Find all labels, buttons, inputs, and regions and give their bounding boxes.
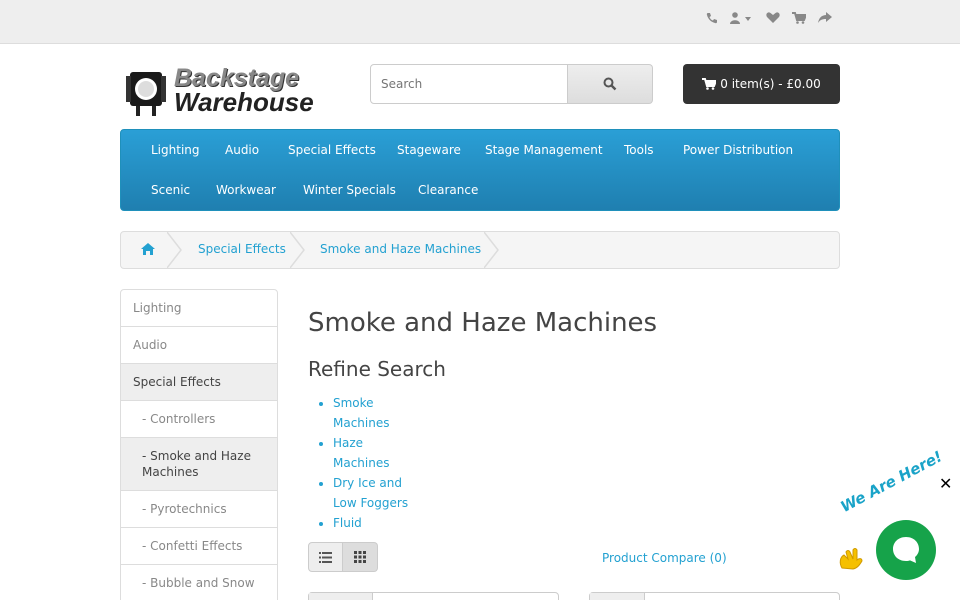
breadcrumb-separator [167, 232, 182, 268]
cart-icon [702, 78, 717, 90]
logo-text: Backstage Warehouse [174, 66, 314, 117]
refine-list: Smoke Machines Haze Machines Dry Ice and… [333, 393, 423, 533]
nav-item-stageware[interactable]: Stageware [397, 143, 461, 157]
refine-search-heading: Refine Search [308, 357, 446, 381]
sidebar-item-audio[interactable]: Audio [120, 327, 278, 364]
sidebar-item-pyrotechnics[interactable]: - Pyrotechnics [120, 491, 278, 528]
list-item: Smoke Machines [333, 393, 423, 433]
list-item: Fluid [333, 513, 423, 533]
user-icon[interactable] [730, 12, 754, 24]
breadcrumb-smoke-haze[interactable]: Smoke and Haze Machines [320, 242, 481, 256]
chat-button[interactable] [876, 520, 936, 580]
sidebar-item-lighting[interactable]: Lighting [120, 289, 278, 327]
sidebar-item-special-effects[interactable]: Special Effects [120, 364, 278, 401]
refine-link-fluid[interactable]: Fluid [333, 516, 362, 530]
sort-label [309, 593, 373, 600]
main-nav: Lighting Audio Special Effects Stageware… [120, 129, 840, 211]
cart-label: 0 item(s) - £0.00 [720, 77, 821, 91]
nav-item-power-distribution[interactable]: Power Distribution [683, 143, 793, 157]
search-bar [370, 64, 653, 104]
logo-line-2: Warehouse [174, 87, 314, 117]
nav-item-winter-specials[interactable]: Winter Specials [303, 183, 396, 197]
list-view-button[interactable] [308, 542, 343, 572]
nav-item-clearance[interactable]: Clearance [418, 183, 478, 197]
cart-button[interactable]: 0 item(s) - £0.00 [683, 64, 840, 104]
nav-item-audio[interactable]: Audio [225, 143, 259, 157]
list-item: Haze Machines [333, 433, 423, 473]
spotlight-icon [126, 72, 166, 116]
home-icon[interactable] [141, 242, 155, 259]
chat-close-icon[interactable]: ✕ [939, 474, 952, 493]
nav-item-workwear[interactable]: Workwear [216, 183, 276, 197]
view-toggle [308, 542, 378, 572]
heart-icon[interactable] [766, 12, 780, 24]
share-icon[interactable] [818, 12, 832, 24]
logo[interactable]: Backstage Warehouse [124, 66, 326, 118]
breadcrumb-separator [290, 232, 305, 268]
refine-link-smoke-machines[interactable]: Smoke Machines [333, 396, 389, 430]
list-item: Dry Ice and Low Foggers [333, 473, 423, 513]
sidebar-item-bubble-snow[interactable]: - Bubble and Snow [120, 565, 278, 600]
nav-item-stage-management[interactable]: Stage Management [485, 143, 603, 157]
breadcrumb: Special Effects Smoke and Haze Machines [120, 231, 840, 269]
refine-link-haze-machines[interactable]: Haze Machines [333, 436, 389, 470]
search-button[interactable] [568, 64, 653, 104]
top-bar [0, 0, 960, 44]
limit-label [590, 593, 645, 600]
cart-icon[interactable] [792, 12, 806, 24]
nav-item-scenic[interactable]: Scenic [151, 183, 190, 197]
category-sidebar: Lighting Audio Special Effects - Control… [120, 289, 278, 600]
search-input[interactable] [370, 64, 569, 104]
refine-link-dry-ice[interactable]: Dry Ice and Low Foggers [333, 476, 408, 510]
list-icon [319, 551, 332, 563]
sidebar-item-smoke-haze[interactable]: - Smoke and Haze Machines [120, 438, 278, 491]
chat-icon [893, 537, 919, 563]
sort-select[interactable] [308, 592, 559, 600]
sidebar-item-controllers[interactable]: - Controllers [120, 401, 278, 438]
phone-icon[interactable] [706, 12, 718, 24]
wave-hand-icon [838, 548, 864, 575]
grid-icon [354, 551, 366, 563]
chat-greeting: We Are Here! [837, 447, 946, 516]
breadcrumb-special-effects[interactable]: Special Effects [198, 242, 286, 256]
nav-item-special-effects[interactable]: Special Effects [288, 143, 376, 157]
breadcrumb-separator [484, 232, 499, 268]
sidebar-item-confetti[interactable]: - Confetti Effects [120, 528, 278, 565]
product-compare-link[interactable]: Product Compare (0) [602, 551, 727, 565]
top-icons [706, 12, 832, 24]
page-title: Smoke and Haze Machines [308, 308, 658, 338]
search-icon [603, 77, 617, 91]
nav-item-tools[interactable]: Tools [624, 143, 654, 157]
grid-view-button[interactable] [343, 542, 378, 572]
limit-select[interactable] [589, 592, 840, 600]
nav-item-lighting[interactable]: Lighting [151, 143, 200, 157]
